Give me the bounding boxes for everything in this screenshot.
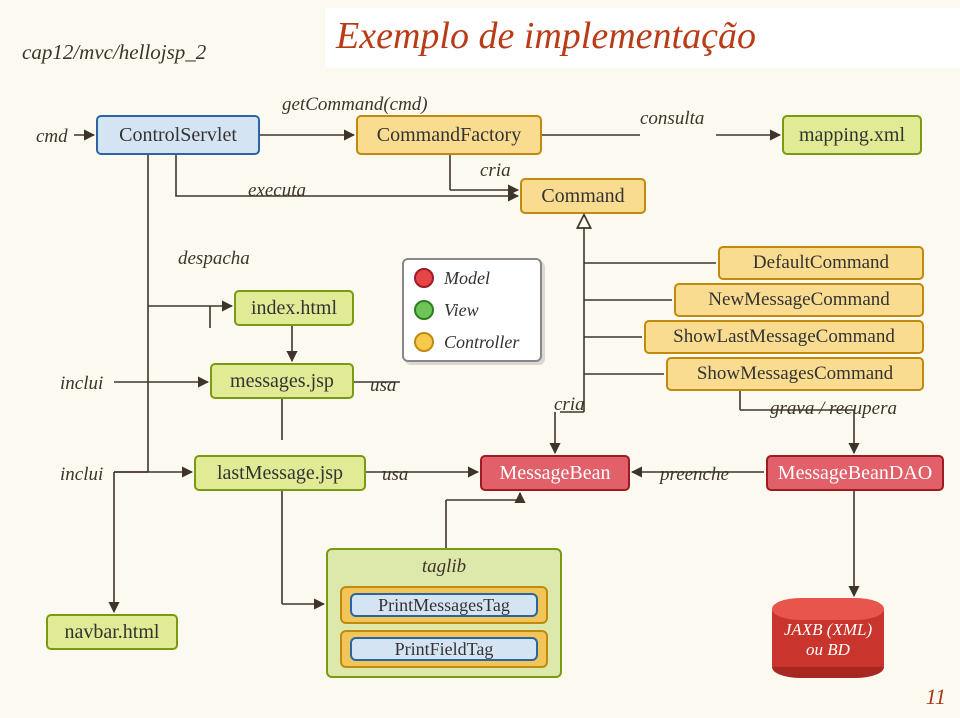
page-title: Exemplo de implementação	[336, 14, 756, 58]
messages-jsp-box: messages.jsp	[210, 363, 354, 399]
label-usa-2: usa	[382, 464, 408, 486]
label-cria-1: cria	[480, 160, 511, 182]
db-line2: ou BD	[806, 640, 850, 659]
label-executa: executa	[248, 180, 306, 202]
print-messages-tag-box: PrintMessagesTag	[350, 593, 538, 617]
label-cria-2: cria	[554, 394, 585, 416]
label-getcommand: getCommand(cmd)	[282, 94, 428, 116]
label-despacha: despacha	[178, 248, 250, 270]
message-bean-box: MessageBean	[480, 455, 630, 491]
new-message-command-box: NewMessageCommand	[674, 283, 924, 317]
label-inclui-2: inclui	[60, 464, 103, 486]
mvc-legend: Model View Controller	[402, 258, 542, 362]
label-preenche: preenche	[660, 464, 729, 486]
label-cmd: cmd	[36, 126, 68, 148]
model-dot-icon	[414, 268, 434, 288]
label-grava: grava / recupera	[770, 398, 897, 420]
mapping-xml-box: mapping.xml	[782, 115, 922, 155]
mvc-model-label: Model	[444, 268, 490, 289]
control-servlet-box: ControlServlet	[96, 115, 260, 155]
page-number: 11	[926, 684, 946, 710]
mvc-controller-label: Controller	[444, 332, 519, 353]
label-usa-1: usa	[370, 375, 396, 397]
mvc-view-label: View	[444, 300, 479, 321]
show-last-message-command-box: ShowLastMessageCommand	[644, 320, 924, 354]
label-inclui-1: inclui	[60, 373, 103, 395]
message-bean-dao-box: MessageBeanDAO	[766, 455, 944, 491]
command-box: Command	[520, 178, 646, 214]
index-html-box: index.html	[234, 290, 354, 326]
db-line1: JAXB (XML)	[784, 620, 872, 639]
navbar-html-box: navbar.html	[46, 614, 178, 650]
database-icon: JAXB (XML)ou BD	[772, 598, 884, 678]
controller-dot-icon	[414, 332, 434, 352]
label-consulta: consulta	[640, 108, 704, 130]
taglib-group: taglib PrintMessagesTag PrintFieldTag	[326, 548, 562, 678]
default-command-box: DefaultCommand	[718, 246, 924, 280]
show-messages-command-box: ShowMessagesCommand	[666, 357, 924, 391]
print-field-tag-box: PrintFieldTag	[350, 637, 538, 661]
last-message-jsp-box: lastMessage.jsp	[194, 455, 366, 491]
command-factory-box: CommandFactory	[356, 115, 542, 155]
subtitle: cap12/mvc/hellojsp_2	[22, 40, 206, 65]
taglib-label: taglib	[328, 556, 560, 578]
view-dot-icon	[414, 300, 434, 320]
